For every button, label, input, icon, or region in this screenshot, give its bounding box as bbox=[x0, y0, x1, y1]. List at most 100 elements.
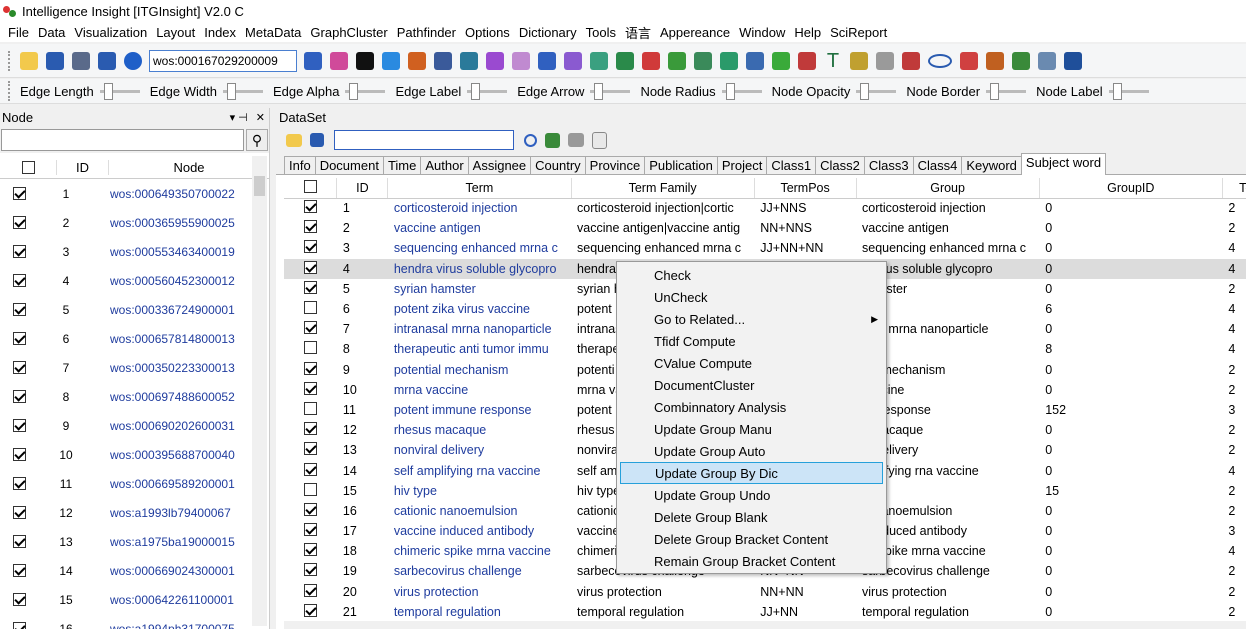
context-menu-item[interactable]: DocumentCluster bbox=[617, 374, 886, 396]
row-checkbox[interactable] bbox=[303, 502, 317, 516]
context-menu-item[interactable]: UnCheck bbox=[617, 286, 886, 308]
column-header-termpos[interactable]: TermPos bbox=[754, 178, 857, 199]
context-menu-item[interactable]: Update Group Manu bbox=[617, 418, 886, 440]
gear-icon[interactable] bbox=[850, 51, 868, 70]
slider-thumb[interactable] bbox=[1112, 82, 1122, 100]
context-menu-item[interactable]: Delete Group Blank bbox=[617, 506, 886, 528]
table-row[interactable]: 1 corticosteroid injection corticosteroid … bbox=[284, 198, 1246, 218]
row-checkbox[interactable] bbox=[12, 506, 26, 519]
list-item[interactable]: 11 wos:000669589200001 bbox=[0, 469, 269, 498]
dark-square-icon[interactable] bbox=[356, 51, 374, 70]
open-folder-icon[interactable] bbox=[286, 133, 302, 147]
network-icon[interactable] bbox=[72, 51, 90, 70]
node-name[interactable]: wos:000690202600031 bbox=[94, 419, 269, 433]
tab-country[interactable]: Country bbox=[530, 156, 586, 174]
cell-term[interactable]: virus protection bbox=[388, 582, 571, 602]
column-header-group[interactable]: Group bbox=[856, 178, 1040, 199]
select-all-checkbox[interactable] bbox=[21, 161, 35, 174]
list-item[interactable]: 8 wos:000697488600052 bbox=[0, 382, 269, 411]
menu-item-0[interactable]: File bbox=[4, 25, 34, 40]
list-item[interactable]: 5 wos:000336724900001 bbox=[0, 295, 269, 324]
tab-assignee[interactable]: Assignee bbox=[467, 156, 532, 174]
list-item[interactable]: 16 wos:a1994ph31700075 bbox=[0, 614, 269, 629]
slider-thumb[interactable] bbox=[226, 82, 236, 100]
node-name[interactable]: wos:000657814800013 bbox=[94, 332, 269, 346]
row-checkbox[interactable] bbox=[303, 321, 317, 335]
mountain-icon[interactable] bbox=[694, 51, 712, 70]
context-menu-item[interactable]: CValue Compute bbox=[617, 352, 886, 374]
row-checkbox[interactable] bbox=[12, 274, 26, 287]
node-name[interactable]: wos:000350223300013 bbox=[94, 361, 269, 375]
slider-track[interactable] bbox=[1108, 82, 1149, 100]
dataset-search-input[interactable] bbox=[334, 130, 514, 150]
column-header-term-family[interactable]: Term Family bbox=[571, 178, 755, 199]
menu-item-8[interactable]: Options bbox=[461, 25, 515, 40]
row-checkbox[interactable] bbox=[12, 332, 26, 345]
heatmap-icon[interactable] bbox=[642, 51, 660, 70]
node-name[interactable]: wos:000642261100001 bbox=[94, 593, 269, 607]
arrows-icon[interactable] bbox=[668, 51, 686, 70]
menu-item-9[interactable]: Dictionary bbox=[515, 25, 582, 40]
cell-term[interactable]: syrian hamster bbox=[388, 279, 571, 299]
row-checkbox[interactable] bbox=[303, 240, 317, 254]
cell-term[interactable]: vaccine antigen bbox=[388, 218, 571, 238]
open-folder-icon[interactable] bbox=[20, 51, 38, 70]
crop-icon[interactable] bbox=[960, 51, 978, 70]
cell-term[interactable]: hiv type bbox=[388, 481, 571, 501]
flag-icon[interactable] bbox=[902, 51, 920, 70]
node-name[interactable]: wos:000365955900025 bbox=[94, 216, 269, 230]
search-icon[interactable]: ⚲ bbox=[246, 129, 268, 151]
tab-publication[interactable]: Publication bbox=[644, 156, 718, 174]
slider-thumb[interactable] bbox=[349, 82, 359, 100]
menu-item-4[interactable]: Index bbox=[200, 25, 241, 40]
list-item[interactable]: 9 wos:000690202600031 bbox=[0, 411, 269, 440]
node-name[interactable]: wos:000553463400019 bbox=[94, 245, 269, 259]
context-menu-item[interactable]: Remain Group Bracket Content bbox=[617, 550, 886, 572]
document-icon[interactable] bbox=[592, 131, 607, 149]
row-checkbox[interactable] bbox=[303, 361, 317, 375]
tree-icon[interactable] bbox=[616, 51, 634, 70]
table-grid-icon[interactable] bbox=[538, 51, 556, 70]
column-header-id[interactable]: ID bbox=[336, 178, 389, 199]
cell-term[interactable]: self amplifying rna vaccine bbox=[388, 460, 571, 480]
tab-keyword[interactable]: Keyword bbox=[961, 156, 1022, 174]
menu-item-13[interactable]: Window bbox=[735, 25, 790, 40]
row-checkbox[interactable] bbox=[303, 583, 317, 597]
list-item[interactable]: 15 wos:000642261100001 bbox=[0, 585, 269, 614]
tab-class4[interactable]: Class4 bbox=[912, 156, 963, 174]
slider-thumb[interactable] bbox=[860, 82, 870, 100]
select-all-checkbox[interactable] bbox=[303, 179, 317, 193]
row-checkbox[interactable] bbox=[303, 543, 317, 557]
column-header-check[interactable] bbox=[284, 178, 338, 199]
scroll-thumb[interactable] bbox=[254, 176, 265, 196]
slider-track[interactable] bbox=[986, 82, 1027, 100]
context-menu-item[interactable]: Go to Related... ▶ bbox=[617, 308, 886, 330]
table-row[interactable]: 2 vaccine antigen vaccine antigen|vaccine … bbox=[284, 218, 1246, 238]
context-menu-item[interactable]: Check bbox=[617, 264, 886, 286]
node-name[interactable]: wos:000560452300012 bbox=[94, 274, 269, 288]
tab-project[interactable]: Project bbox=[716, 156, 768, 174]
toolbar-search-input[interactable] bbox=[149, 49, 297, 72]
spreadsheet-icon[interactable] bbox=[1012, 51, 1030, 70]
menu-item-1[interactable]: Data bbox=[34, 25, 70, 40]
menu-item-6[interactable]: GraphCluster bbox=[306, 25, 392, 40]
row-checkbox[interactable] bbox=[303, 523, 317, 537]
slider-thumb[interactable] bbox=[594, 82, 604, 100]
column-header-term-right[interactable]: Term bbox=[1222, 178, 1246, 199]
list-item[interactable]: 2 wos:000365955900025 bbox=[0, 208, 269, 237]
node-grid-scrollbar[interactable] bbox=[252, 156, 267, 626]
row-checkbox[interactable] bbox=[12, 419, 26, 432]
node-search-input[interactable] bbox=[1, 129, 244, 151]
tab-class1[interactable]: Class1 bbox=[766, 156, 817, 174]
cell-term[interactable]: therapeutic anti tumor immu bbox=[388, 339, 571, 359]
row-checkbox[interactable] bbox=[303, 220, 317, 234]
list-item[interactable]: 6 wos:000657814800013 bbox=[0, 324, 269, 353]
context-menu-item[interactable]: Update Group Undo bbox=[617, 484, 886, 506]
cell-term[interactable]: potential mechanism bbox=[388, 360, 571, 380]
list-item[interactable]: 7 wos:000350223300013 bbox=[0, 353, 269, 382]
row-checkbox[interactable] bbox=[12, 390, 26, 403]
row-checkbox[interactable] bbox=[303, 462, 317, 476]
row-checkbox[interactable] bbox=[12, 535, 26, 548]
cell-term[interactable]: rhesus macaque bbox=[388, 420, 571, 440]
pin-dropdown-icon[interactable]: ▾ ⊣ bbox=[230, 111, 248, 124]
